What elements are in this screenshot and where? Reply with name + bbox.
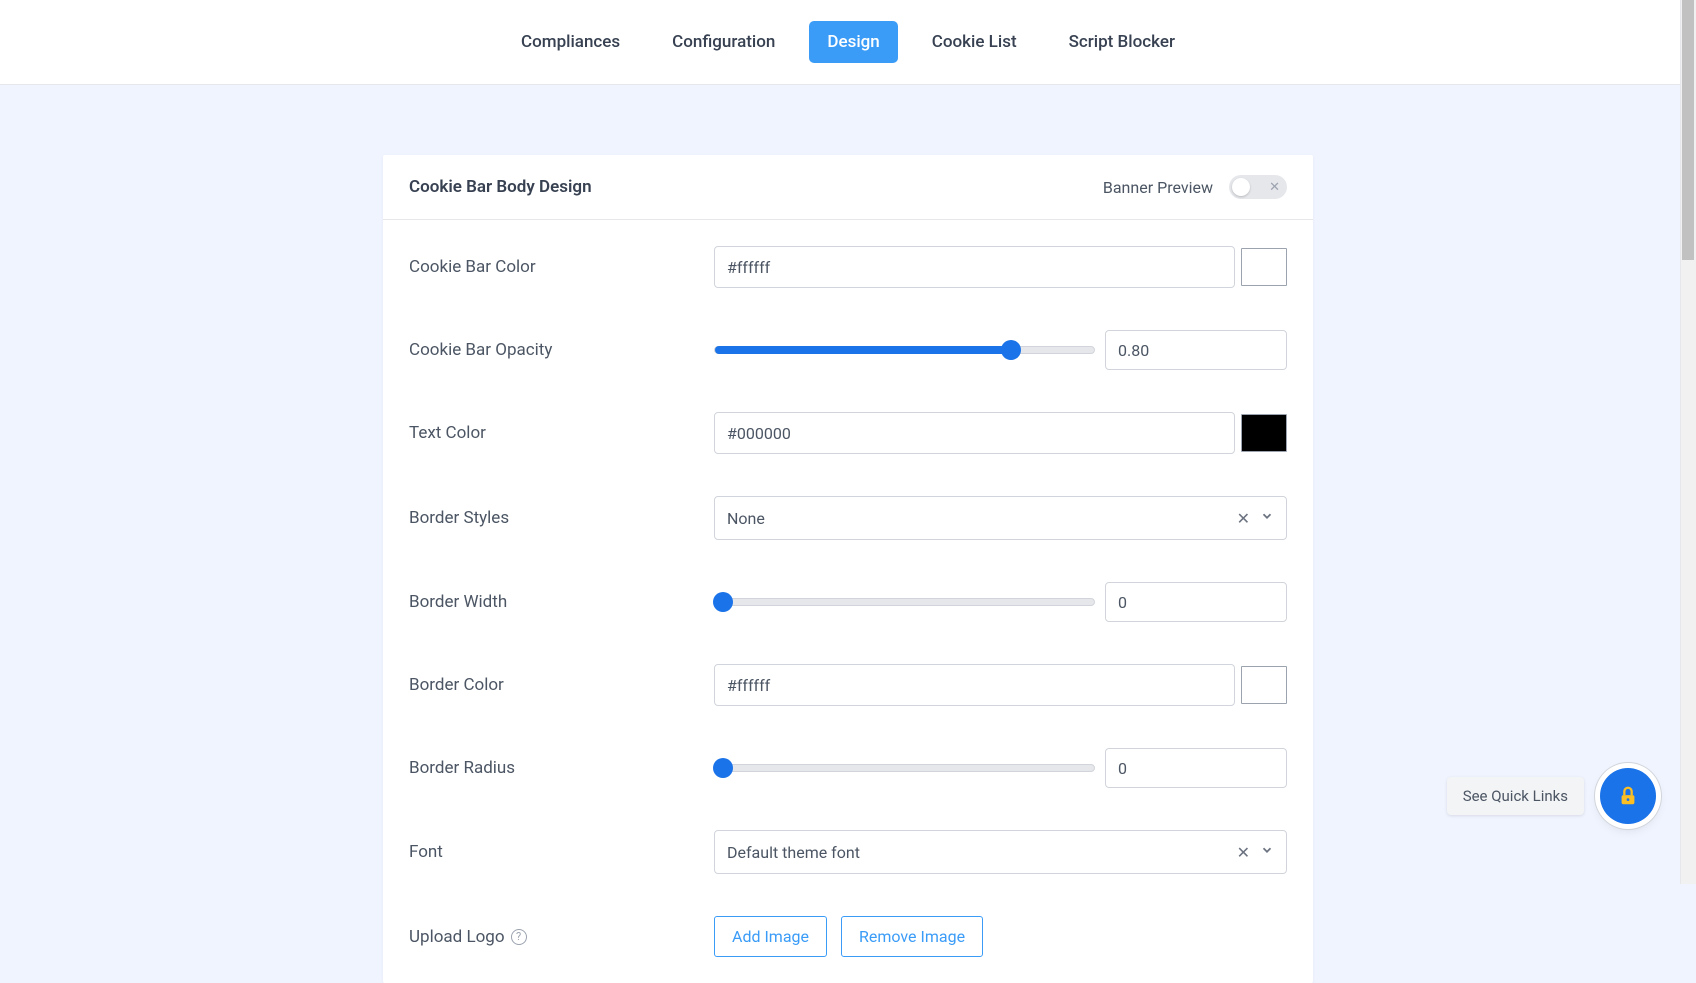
content-area: Cookie Bar Body Design Banner Preview ✕ …: [0, 85, 1696, 983]
label-text-color: Text Color: [409, 423, 714, 443]
tab-script-blocker[interactable]: Script Blocker: [1051, 21, 1193, 63]
border-styles-select[interactable]: None ✕: [714, 496, 1287, 540]
text-color-input[interactable]: [714, 412, 1235, 454]
remove-image-button[interactable]: Remove Image: [841, 916, 983, 957]
font-select[interactable]: Default theme font ✕: [714, 830, 1287, 874]
preview-section: Banner Preview ✕: [1103, 175, 1287, 199]
row-border-styles: Border Styles None ✕: [409, 496, 1287, 540]
label-border-radius: Border Radius: [409, 758, 714, 778]
opacity-slider[interactable]: [714, 346, 1095, 354]
fab-button[interactable]: [1600, 768, 1656, 824]
chevron-down-icon[interactable]: [1260, 509, 1274, 527]
design-card: Cookie Bar Body Design Banner Preview ✕ …: [383, 155, 1313, 983]
row-border-color: Border Color: [409, 664, 1287, 706]
row-upload-logo: Upload Logo ? Add Image Remove Image: [409, 916, 1287, 957]
banner-preview-toggle[interactable]: ✕: [1229, 175, 1287, 199]
tab-cookie-list[interactable]: Cookie List: [914, 21, 1035, 63]
border-radius-value[interactable]: 0: [1105, 748, 1287, 788]
border-width-value[interactable]: 0: [1105, 582, 1287, 622]
card-header: Cookie Bar Body Design Banner Preview ✕: [383, 155, 1313, 220]
border-width-slider[interactable]: [714, 598, 1095, 606]
tab-compliances[interactable]: Compliances: [503, 21, 638, 63]
floating-controls: See Quick Links: [1447, 768, 1656, 824]
scrollbar-thumb[interactable]: [1682, 0, 1694, 260]
border-styles-value: None: [727, 509, 765, 528]
tab-configuration[interactable]: Configuration: [654, 21, 793, 63]
cookie-bar-color-input[interactable]: [714, 246, 1235, 288]
row-text-color: Text Color: [409, 412, 1287, 454]
border-width-slider-thumb[interactable]: [713, 592, 733, 612]
chevron-down-icon[interactable]: [1260, 843, 1274, 861]
opacity-slider-thumb[interactable]: [1001, 340, 1021, 360]
quick-links-button[interactable]: See Quick Links: [1447, 777, 1584, 815]
font-value: Default theme font: [727, 843, 860, 862]
tab-design[interactable]: Design: [809, 21, 897, 63]
upload-logo-text: Upload Logo: [409, 927, 505, 947]
row-border-width: Border Width 0: [409, 582, 1287, 622]
border-color-input[interactable]: [714, 664, 1235, 706]
label-font: Font: [409, 842, 714, 862]
opacity-value[interactable]: 0.80: [1105, 330, 1287, 370]
card-title: Cookie Bar Body Design: [409, 177, 592, 197]
label-cookie-bar-opacity: Cookie Bar Opacity: [409, 340, 714, 360]
clear-icon[interactable]: ✕: [1237, 843, 1250, 862]
row-font: Font Default theme font ✕: [409, 830, 1287, 874]
row-cookie-bar-opacity: Cookie Bar Opacity 0.80: [409, 330, 1287, 370]
label-border-color: Border Color: [409, 675, 714, 695]
top-navigation: Compliances Configuration Design Cookie …: [0, 0, 1696, 85]
text-color-swatch[interactable]: [1241, 414, 1287, 452]
border-color-swatch[interactable]: [1241, 666, 1287, 704]
row-cookie-bar-color: Cookie Bar Color: [409, 246, 1287, 288]
label-border-width: Border Width: [409, 592, 714, 612]
toggle-knob: [1232, 178, 1250, 196]
clear-icon[interactable]: ✕: [1237, 509, 1250, 528]
label-upload-logo: Upload Logo ?: [409, 927, 714, 947]
card-body: Cookie Bar Color Cookie Bar Opacity 0.80: [383, 220, 1313, 983]
row-border-radius: Border Radius 0: [409, 748, 1287, 788]
vertical-scrollbar[interactable]: [1680, 0, 1696, 884]
add-image-button[interactable]: Add Image: [714, 916, 827, 957]
help-icon[interactable]: ?: [511, 929, 527, 945]
lock-icon: [1617, 783, 1639, 809]
border-radius-slider[interactable]: [714, 764, 1095, 772]
label-border-styles: Border Styles: [409, 508, 714, 528]
close-icon: ✕: [1269, 180, 1280, 195]
banner-preview-label: Banner Preview: [1103, 178, 1213, 197]
border-radius-slider-thumb[interactable]: [713, 758, 733, 778]
label-cookie-bar-color: Cookie Bar Color: [409, 257, 714, 277]
cookie-bar-color-swatch[interactable]: [1241, 248, 1287, 286]
